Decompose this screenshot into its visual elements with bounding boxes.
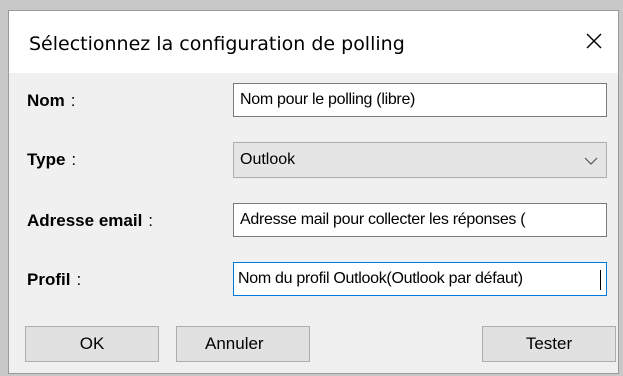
title-bar: Sélectionnez la configuration de polling [9, 11, 618, 73]
nom-label: Nom: [27, 91, 76, 110]
type-label: Type: [27, 150, 77, 169]
profil-label: Profil: [27, 270, 82, 289]
polling-config-dialog: Sélectionnez la configuration de polling… [8, 10, 619, 374]
type-select-value: Outlook [240, 151, 296, 168]
row-nom: Nom: Nom pour le polling (libre) [27, 83, 617, 119]
text-caret [600, 270, 601, 290]
close-button[interactable] [580, 27, 608, 55]
close-icon [586, 33, 602, 49]
dialog-title: Sélectionnez la configuration de polling [29, 33, 405, 55]
profil-input-value: Nom du profil Outlook(Outlook par défaut… [238, 270, 523, 287]
email-input[interactable]: Adresse mail pour collecter les réponses… [233, 203, 607, 237]
ok-button[interactable]: OK [25, 326, 159, 362]
row-email: Adresse email: Adresse mail pour collect… [27, 203, 617, 239]
row-profil: Profil: Nom du profil Outlook(Outlook pa… [27, 262, 617, 298]
row-type: Type: Outlook [27, 142, 617, 178]
test-button[interactable]: Tester [482, 326, 616, 362]
cancel-button[interactable]: Annuler [176, 326, 310, 362]
email-label: Adresse email: [27, 211, 154, 230]
chevron-down-icon [584, 157, 598, 165]
nom-input[interactable]: Nom pour le polling (libre) [233, 83, 607, 117]
type-select[interactable]: Outlook [233, 142, 607, 178]
profil-input[interactable]: Nom du profil Outlook(Outlook par défaut… [233, 262, 607, 296]
